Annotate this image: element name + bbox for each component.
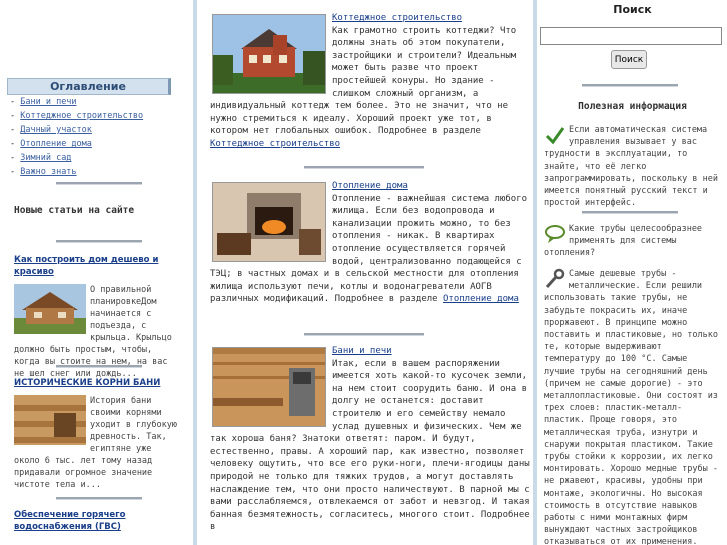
- toc-item: - Зимний сад: [10, 153, 72, 163]
- column-separator: [193, 0, 197, 545]
- fireplace-photo: [212, 182, 326, 262]
- toc-item: - Дачный участок: [10, 125, 92, 135]
- toc-item: - Коттеджное строительство: [10, 111, 144, 121]
- info-item: Какие трубы целесообразнее применять для…: [544, 223, 722, 260]
- divider: [304, 333, 424, 336]
- news-item: ИСТОРИЧЕСКИЕ КОРНИ БАНИ История бани сво…: [14, 377, 182, 491]
- divider: [304, 166, 424, 169]
- news-title-link[interactable]: Как построить дом дешево и красиво: [14, 254, 182, 278]
- article-title-link[interactable]: Отопление дома: [332, 181, 408, 191]
- divider: [56, 365, 142, 368]
- toc-item: - Важно знать: [10, 167, 77, 177]
- article-bath: Бани и печи Итак, если в вашем распоряже…: [210, 345, 530, 534]
- info-item: Если автоматическая система управления в…: [544, 124, 722, 209]
- info-item: Самые дешевые трубы - металлические. Есл…: [544, 268, 722, 545]
- toc-link-garden[interactable]: Зимний сад: [20, 153, 71, 163]
- toc-item: - Отопление дома: [10, 139, 92, 149]
- divider: [56, 497, 142, 500]
- bath-thumbnail: [14, 395, 86, 445]
- speech-bubble-icon: [545, 225, 565, 243]
- info-text: Какие трубы целесообразнее применять для…: [544, 224, 703, 259]
- toc-list: - Бани и печи - Коттеджное строительство…: [10, 95, 143, 179]
- article-section-link[interactable]: Отопление дома: [443, 294, 519, 304]
- right-sidebar: Поиск Поиск Полезная информация Если авт…: [538, 0, 727, 545]
- new-articles-title: Новые статьи на сайте: [14, 205, 135, 216]
- article-title-link[interactable]: Коттеджное строительство: [332, 13, 462, 23]
- sauna-photo: [212, 347, 326, 427]
- main-content: Коттеджное строительство Как грамотно ст…: [204, 0, 532, 545]
- useful-info-title: Полезная информация: [578, 101, 687, 112]
- toc-link-heating[interactable]: Отопление дома: [20, 139, 92, 149]
- divider: [582, 211, 678, 214]
- wrench-icon: [545, 268, 565, 289]
- divider: [582, 84, 678, 87]
- cottage-photo: [212, 14, 326, 94]
- toc-link-important[interactable]: Важно знать: [20, 167, 76, 177]
- left-sidebar: Оглавление - Бани и печи - Коттеджное ст…: [0, 0, 182, 545]
- search-title: Поиск: [613, 3, 652, 16]
- toc-link-cottage[interactable]: Коттеджное строительство: [20, 111, 143, 121]
- article-title-link[interactable]: Бани и печи: [332, 346, 392, 356]
- toc-item: - Бани и печи: [10, 97, 77, 107]
- toc-link-bani[interactable]: Бани и печи: [20, 97, 76, 107]
- divider: [56, 182, 142, 185]
- news-item: Обеспечение горячего водоснабжения (ГВС): [14, 509, 182, 539]
- news-title-link[interactable]: ИСТОРИЧЕСКИЕ КОРНИ БАНИ: [14, 377, 182, 389]
- search-button[interactable]: Поиск: [611, 50, 647, 69]
- article-heating: Отопление дома Отопление - важнейшая сис…: [210, 180, 530, 306]
- article-cottage: Коттеджное строительство Как грамотно ст…: [210, 12, 530, 151]
- news-title-link[interactable]: Обеспечение горячего водоснабжения (ГВС): [14, 509, 182, 533]
- news-item: Как построить дом дешево и красиво О пра…: [14, 254, 182, 380]
- toc-link-dacha[interactable]: Дачный участок: [20, 125, 92, 135]
- check-icon: [545, 127, 565, 145]
- search-input[interactable]: [540, 27, 722, 45]
- column-separator: [533, 0, 537, 545]
- divider: [56, 240, 142, 243]
- house-thumbnail: [14, 284, 86, 334]
- info-text: Самые дешевые трубы - металлические. Есл…: [544, 269, 718, 545]
- toc-heading: Оглавление: [7, 78, 171, 95]
- info-text: Если автоматическая система управления в…: [544, 125, 718, 209]
- article-section-link[interactable]: Коттеджное строительство: [210, 139, 340, 149]
